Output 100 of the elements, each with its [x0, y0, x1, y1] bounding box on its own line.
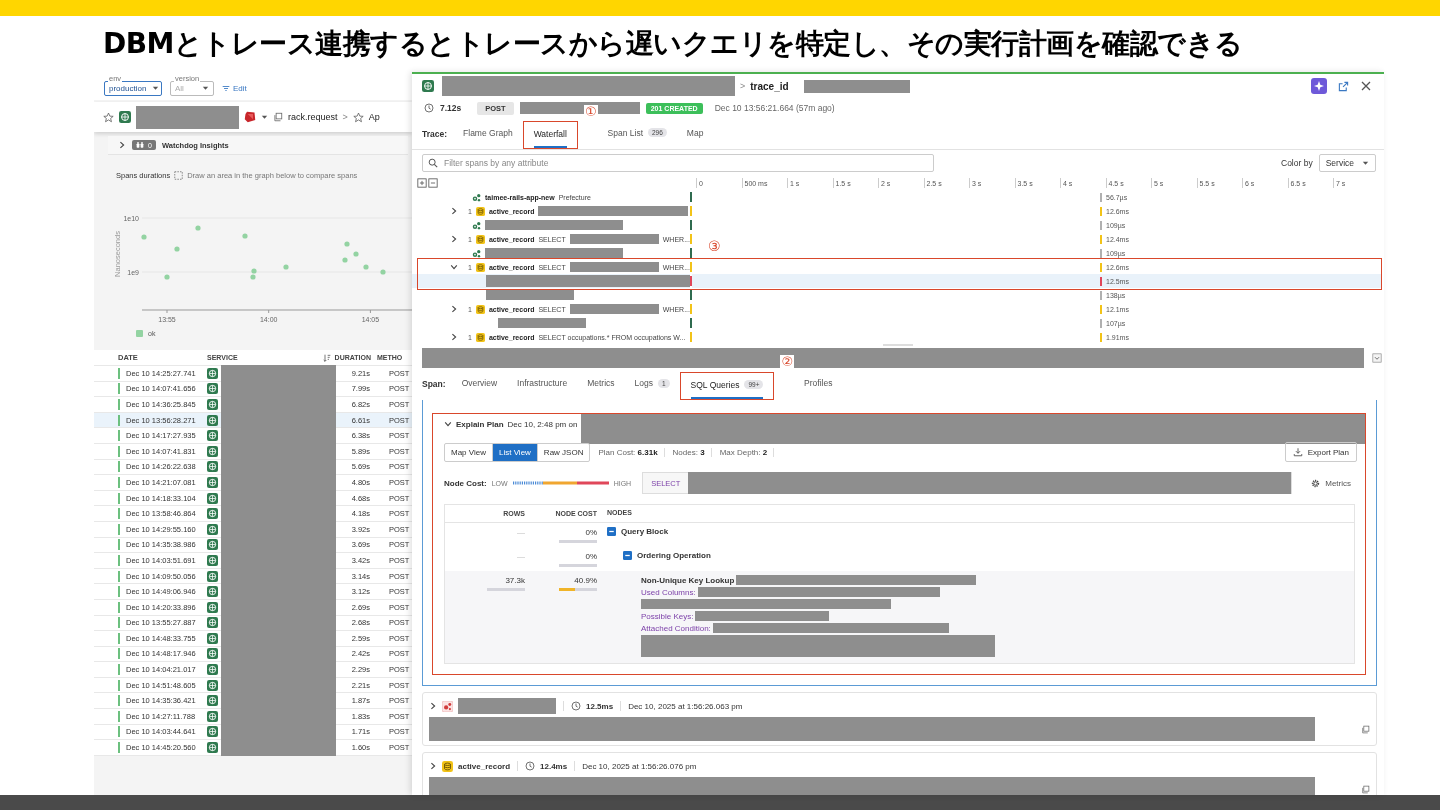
detail-label: Used Columns:: [641, 587, 696, 597]
download-icon: [1292, 447, 1303, 457]
view-toggle[interactable]: Map View: [445, 443, 493, 461]
timestamp: Dec 10, 2025 at 1:56:26.076 pm: [582, 761, 697, 771]
chevron-icon[interactable]: [444, 420, 452, 428]
tab[interactable]: Infrastructure: [517, 368, 568, 400]
globe-icon: [207, 367, 218, 379]
sparkle-button[interactable]: [1311, 78, 1327, 94]
tab[interactable]: Map: [686, 118, 704, 149]
star-icon[interactable]: [103, 111, 114, 123]
span-marker: [690, 332, 692, 342]
view-toggle[interactable]: List View: [493, 443, 538, 461]
globe-icon: [207, 539, 218, 551]
globe-icon: [207, 648, 218, 660]
database-icon: [442, 760, 453, 772]
plan-stat: Plan Cost: 6.31k: [598, 447, 665, 457]
expand-all-icon[interactable]: [417, 178, 427, 188]
collapse-icon[interactable]: [607, 527, 616, 536]
span-row[interactable]: [412, 274, 690, 288]
legend-title: Node Cost:: [444, 478, 487, 488]
copy-icon[interactable]: [273, 112, 283, 122]
globe-icon: [207, 601, 218, 613]
database-icon: [475, 332, 485, 342]
clock-icon: [424, 103, 434, 113]
plan-stat: Nodes: 3: [672, 447, 712, 457]
chevron-icon[interactable]: [450, 305, 458, 313]
span-marker: [690, 234, 692, 244]
globe-icon: [207, 508, 218, 520]
chevron-icon[interactable]: [429, 762, 437, 770]
collapse-icon[interactable]: [623, 551, 632, 560]
selection-icon: [174, 170, 184, 180]
globe-icon: [207, 664, 218, 676]
caret-icon: [1362, 160, 1369, 165]
export-plan-button[interactable]: Export Plan: [1284, 442, 1357, 462]
service-icon: [442, 700, 453, 712]
annotation-number: ③: [708, 238, 721, 254]
globe-icon: [422, 80, 434, 92]
span-marker: [690, 304, 692, 314]
detail-label: Attached Condition:: [641, 623, 711, 633]
slide-title: DBMとトレース連携するとトレースから遅いクエリを特定し、その実行計画を確認できる: [103, 26, 1243, 62]
tab[interactable]: Flame Graph: [463, 118, 513, 149]
copy-icon[interactable]: [1361, 784, 1370, 794]
globe-icon: [207, 710, 218, 722]
globe-icon: [207, 461, 218, 473]
chevron-icon[interactable]: [450, 333, 458, 341]
globe-icon: [207, 399, 218, 410]
chevron-icon[interactable]: [429, 702, 437, 710]
globe-icon: [207, 430, 218, 442]
span-marker: [690, 248, 692, 258]
operation-name: rack.request: [288, 112, 338, 122]
search-field[interactable]: Filter spans by any attribute: [422, 153, 934, 172]
globe-icon: [207, 492, 218, 504]
tab[interactable]: Waterfall: [533, 122, 567, 148]
external-link-icon[interactable]: [1338, 80, 1349, 92]
copy-icon[interactable]: [1361, 724, 1370, 734]
close-icon[interactable]: [1360, 80, 1372, 92]
globe-icon: [207, 726, 218, 738]
metrics-button[interactable]: Metrics: [1311, 478, 1351, 488]
clock-icon: [525, 761, 536, 771]
caret-icon[interactable]: [261, 115, 268, 119]
globe-icon: [207, 695, 218, 707]
annotation-number: ②: [780, 355, 795, 369]
timestamp: Dec 10, 2025 at 1:56:26.063 pm: [628, 701, 743, 711]
plan-date: Dec 10, 2:48 pm on: [507, 419, 578, 429]
tab[interactable]: Overview: [461, 368, 498, 400]
color-by-dropdown[interactable]: Service: [1318, 153, 1376, 172]
view-toggle[interactable]: Raw JSON: [537, 443, 590, 461]
tab-group-label: Trace:: [422, 128, 448, 139]
edit-link[interactable]: Edit: [222, 83, 247, 93]
binoculars-icon: [136, 141, 144, 149]
cost-value: 40.9%: [574, 576, 597, 585]
tab[interactable]: Profiles: [804, 368, 833, 400]
globe-icon: [119, 111, 131, 123]
globe-icon: [207, 679, 218, 691]
plan-stat: Max Depth: 2: [719, 447, 775, 457]
cost-value: 0%: [585, 552, 597, 561]
sort-icon: [322, 353, 331, 362]
chevron-icon: [118, 141, 126, 149]
duration-value: 12.5ms: [586, 701, 614, 711]
collapse-all-icon[interactable]: [428, 178, 438, 188]
globe-icon: [207, 476, 218, 488]
duration-value: 7.12s: [440, 103, 462, 113]
collapse-icon[interactable]: [1372, 353, 1382, 363]
database-icon: [475, 304, 485, 314]
database-icon: [475, 234, 485, 244]
chevron-icon[interactable]: [450, 207, 458, 215]
database-icon: [475, 206, 485, 216]
service-icon: [472, 248, 481, 258]
star-icon[interactable]: [352, 111, 364, 123]
tab[interactable]: Metrics: [587, 368, 615, 400]
settings-icon: [1311, 478, 1321, 488]
breadcrumb-item[interactable]: Ap: [368, 112, 380, 122]
globe-icon: [207, 523, 218, 535]
chevron-icon[interactable]: [450, 263, 458, 271]
breadcrumb-separator: >: [342, 112, 348, 122]
span-marker: [690, 262, 692, 272]
breadcrumb-separator: >: [740, 81, 746, 91]
globe-icon: [207, 414, 218, 426]
globe-icon: [207, 617, 218, 629]
chevron-icon[interactable]: [450, 235, 458, 243]
